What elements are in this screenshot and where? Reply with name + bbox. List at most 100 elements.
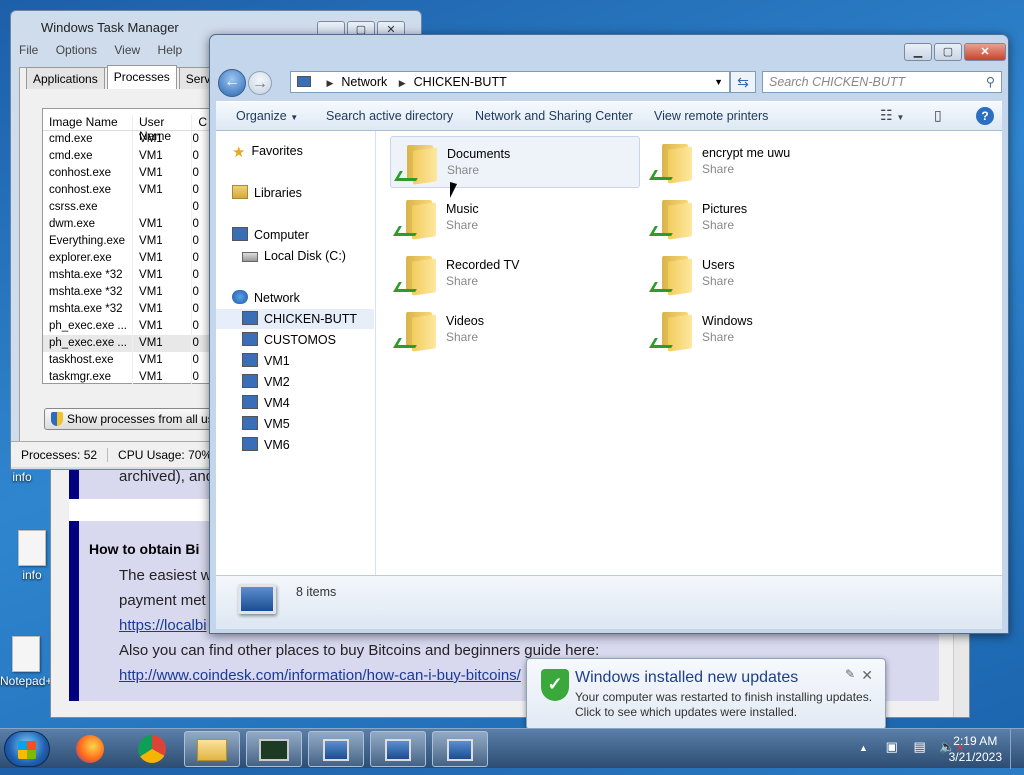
process-row[interactable]: taskhost.exe VM1 0 [43,352,231,369]
explorer-window-buttons: ▁ ▢ ✕ [902,43,1006,61]
nav-host-vm1[interactable]: VM1 [242,351,290,371]
preview-pane-icon[interactable]: ▯ [934,107,942,124]
nav-host-label: VM4 [264,396,290,410]
clock-date: 3/21/2023 [948,750,1002,764]
process-row[interactable]: explorer.exe VM1 0 [43,250,231,267]
process-row[interactable]: conhost.exe VM1 0 [43,165,231,182]
process-row[interactable]: conhost.exe VM1 0 [43,182,231,199]
nav-network[interactable]: Network [232,288,300,308]
taskbar-explorer[interactable] [184,731,240,767]
search-active-directory-button[interactable]: Search active directory [326,109,453,123]
process-row[interactable]: mshta.exe *32 VM1 0 [43,284,231,301]
desktop-icon-info-2[interactable]: info [12,530,52,582]
minimize-button[interactable]: ▁ [904,43,932,61]
shared-folder-icon [649,308,692,352]
desktop-icon-info-1[interactable]: info [2,470,42,484]
share-tile[interactable]: Music Share [390,192,640,244]
clock[interactable]: 2:19 AM 3/21/2023 [949,733,1002,765]
updates-notification[interactable]: ✓ Windows installed new updates Your com… [526,658,886,730]
view-remote-printers-button[interactable]: View remote printers [654,109,768,123]
maximize-button[interactable]: ▢ [934,43,962,61]
show-all-processes-button[interactable]: Show processes from all users [44,408,234,430]
explorer-window: ▁ ▢ ✕ ← → ▶ Network ▶ CHICKEN-BUTT ▼ ⇆ Sea… [209,34,1009,634]
column-image-name[interactable]: Image Name [43,115,132,130]
address-bar[interactable]: ▶ Network ▶ CHICKEN-BUTT ▼ [290,71,730,93]
coindesk-link[interactable]: http://www.coindesk.com/information/how-… [119,667,521,684]
taskbar-task-manager[interactable] [246,731,302,767]
process-row[interactable]: cmd.exe VM1 0 [43,131,231,148]
close-button[interactable]: ✕ [964,43,1006,61]
back-button[interactable]: ← [218,69,246,97]
process-row[interactable]: mshta.exe *32 VM1 0 [43,267,231,284]
tab-applications[interactable]: Applications [26,67,105,89]
nav-host-vm5[interactable]: VM5 [242,414,290,434]
share-tile[interactable]: Videos Share [390,304,640,356]
taskbar-chrome[interactable] [124,731,180,767]
share-tile[interactable]: Windows Share [646,304,896,356]
process-row[interactable]: cmd.exe VM1 0 [43,148,231,165]
menu-file[interactable]: File [19,43,38,57]
share-tile[interactable]: Users Share [646,248,896,300]
breadcrumb-network[interactable]: Network [341,75,387,89]
nav-host-vm2[interactable]: VM2 [242,372,290,392]
nav-host-chicken-butt[interactable]: CHICKEN-BUTT [216,309,374,329]
menu-help[interactable]: Help [158,43,183,57]
nav-host-vm4[interactable]: VM4 [242,393,290,413]
refresh-button[interactable]: ⇆ [730,71,756,93]
nav-host-customos[interactable]: CUSTOMOS [242,330,336,350]
localbitcoins-link[interactable]: https://localbi [119,617,207,634]
pin-icon[interactable]: ✎ [845,667,855,681]
computer-icon [242,374,258,388]
process-user-name: VM1 [132,165,191,182]
nav-computer[interactable]: Computer [232,225,309,245]
share-tile[interactable]: Recorded TV Share [390,248,640,300]
help-icon[interactable]: ? [976,107,994,125]
taskbar-app-2[interactable] [370,731,426,767]
search-icon[interactable]: ⚲ [986,72,995,92]
process-row[interactable]: ph_exec.exe ... VM1 0 [43,318,231,335]
process-row[interactable]: mshta.exe *32 VM1 0 [43,301,231,318]
notification-message: Your computer was restarted to finish in… [575,690,872,720]
process-image-name: ph_exec.exe ... [49,320,127,332]
network-tray-icon[interactable]: ▤ [914,739,926,754]
menu-view[interactable]: View [114,43,140,57]
process-user-name [132,199,191,216]
process-row[interactable]: taskmgr.exe VM1 0 [43,369,231,386]
close-icon[interactable]: ✕ [861,667,873,684]
nav-host-vm6[interactable]: VM6 [242,435,290,455]
share-tile[interactable]: encrypt me uwu Share [646,136,896,188]
archived-text: archived), and [119,468,215,485]
process-row[interactable]: dwm.exe VM1 0 [43,216,231,233]
process-row[interactable]: ph_exec.exe ... VM1 0 [43,335,231,352]
process-row[interactable]: csrss.exe 0 [43,199,231,216]
process-row[interactable]: Everything.exe VM1 0 [43,233,231,250]
share-tile[interactable]: Pictures Share [646,192,896,244]
nav-favorites-label: Favorites [251,144,303,158]
view-options-icon[interactable]: ☷ ▼ [880,107,904,124]
taskbar-app-1[interactable] [308,731,364,767]
process-image-name: conhost.exe [49,184,112,196]
network-sharing-center-button[interactable]: Network and Sharing Center [475,109,633,123]
tab-processes[interactable]: Processes [106,65,177,89]
nav-favorites[interactable]: ★ Favorites [232,141,303,161]
forward-button[interactable]: → [248,71,272,95]
column-user-name[interactable]: User Name [132,115,191,143]
start-button[interactable] [4,731,50,767]
taskbar-firefox[interactable] [62,731,118,767]
process-image-name: taskmgr.exe [49,371,111,383]
taskbar-app-3[interactable] [432,731,488,767]
tray-expand-icon[interactable]: ▲ [859,743,868,753]
nav-local-disk[interactable]: Local Disk (C:) [242,246,346,266]
search-input[interactable]: Search CHICKEN-BUTT ⚲ [762,71,1002,93]
breadcrumb-chicken-butt[interactable]: CHICKEN-BUTT [414,75,507,89]
organize-button[interactable]: Organize ▼ [236,109,298,123]
menu-options[interactable]: Options [56,43,97,57]
update-tray-icon[interactable]: ▣ [886,739,898,754]
desktop-icon-notepad[interactable]: Notepad+ [0,636,52,688]
show-desktop-button[interactable] [1010,729,1024,769]
process-user-name: VM1 [132,250,191,267]
share-tile[interactable]: Documents Share [390,136,640,188]
nav-libraries[interactable]: Libraries [232,183,302,203]
process-user-name: VM1 [132,131,191,148]
address-dropdown-icon[interactable]: ▼ [714,72,723,92]
